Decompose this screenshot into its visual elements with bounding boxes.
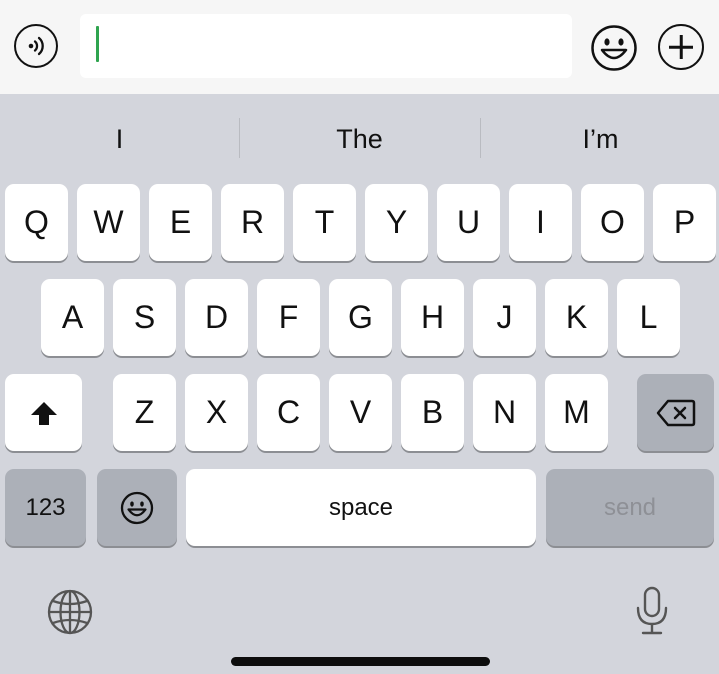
- suggestion-3[interactable]: I’m: [481, 110, 719, 168]
- text-cursor: [96, 26, 99, 62]
- key-v[interactable]: V: [329, 374, 392, 451]
- key-w[interactable]: W: [77, 184, 140, 261]
- key-k[interactable]: K: [545, 279, 608, 356]
- message-input[interactable]: [80, 14, 572, 78]
- key-q[interactable]: Q: [5, 184, 68, 261]
- backspace-icon: [656, 399, 695, 426]
- key-r[interactable]: R: [221, 184, 284, 261]
- emoji-face-icon: [120, 491, 154, 524]
- globe-icon: [47, 589, 93, 635]
- key-a[interactable]: A: [41, 279, 104, 356]
- key-i[interactable]: I: [509, 184, 572, 261]
- space-key[interactable]: space: [186, 469, 536, 546]
- switch-keyboard-button[interactable]: [46, 588, 94, 636]
- key-d[interactable]: D: [185, 279, 248, 356]
- shift-key[interactable]: [5, 374, 82, 451]
- message-composer: [0, 0, 719, 94]
- key-u[interactable]: U: [437, 184, 500, 261]
- key-b[interactable]: B: [401, 374, 464, 451]
- home-indicator[interactable]: [231, 657, 490, 666]
- key-f[interactable]: F: [257, 279, 320, 356]
- add-attachment-button[interactable]: [658, 24, 704, 70]
- key-g[interactable]: G: [329, 279, 392, 356]
- suggestion-2[interactable]: The: [240, 110, 479, 168]
- key-t[interactable]: T: [293, 184, 356, 261]
- key-l[interactable]: L: [617, 279, 680, 356]
- delete-key[interactable]: [637, 374, 714, 451]
- key-z[interactable]: Z: [113, 374, 176, 451]
- key-m[interactable]: M: [545, 374, 608, 451]
- key-p[interactable]: P: [653, 184, 716, 261]
- speaker-wave-icon: [28, 36, 44, 56]
- key-n[interactable]: N: [473, 374, 536, 451]
- key-o[interactable]: O: [581, 184, 644, 261]
- key-e[interactable]: E: [149, 184, 212, 261]
- microphone-icon: [636, 586, 668, 635]
- key-c[interactable]: C: [257, 374, 320, 451]
- key-j[interactable]: J: [473, 279, 536, 356]
- smiley-icon: [591, 25, 637, 71]
- shift-arrow-icon: [30, 401, 57, 425]
- key-y[interactable]: Y: [365, 184, 428, 261]
- key-x[interactable]: X: [185, 374, 248, 451]
- emoji-button[interactable]: [590, 24, 638, 72]
- suggestion-1[interactable]: I: [0, 110, 239, 168]
- send-key[interactable]: send: [546, 469, 714, 546]
- key-s[interactable]: S: [113, 279, 176, 356]
- numbers-key[interactable]: 123: [5, 469, 86, 546]
- voice-input-button[interactable]: [14, 24, 58, 68]
- emoji-key[interactable]: [97, 469, 177, 546]
- predictive-suggestions: I The I’m: [0, 110, 719, 168]
- dictation-button[interactable]: [630, 585, 674, 637]
- key-h[interactable]: H: [401, 279, 464, 356]
